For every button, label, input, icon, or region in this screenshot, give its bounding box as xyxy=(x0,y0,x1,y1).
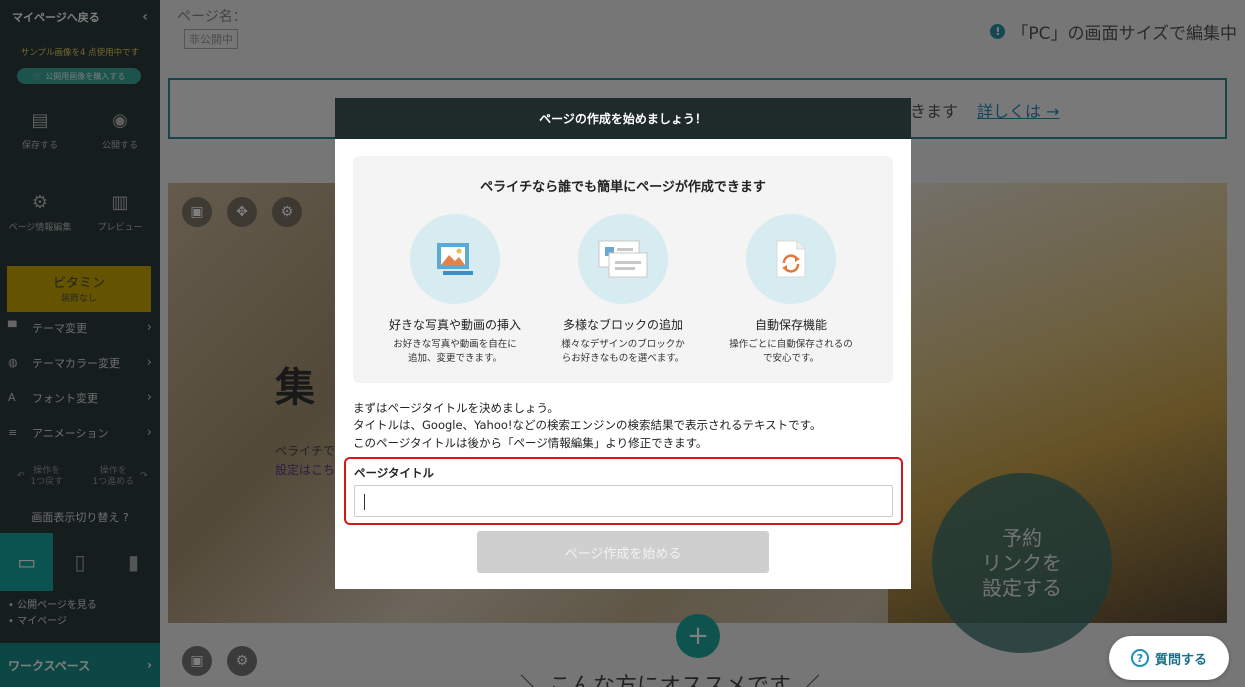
feature-desc-line: お好きな写真や動画を自在に xyxy=(393,339,517,350)
page-title-field-group: ページタイトル xyxy=(344,457,903,525)
feature-desc: 様々なデザインのブロックか らお好きなものを選べます。 xyxy=(533,338,713,367)
page-title-input[interactable] xyxy=(354,485,893,517)
intro-line: まずはページタイトルを決めましょう。 xyxy=(353,401,559,415)
feature-block: 多様なブロックの追加 様々なデザインのブロックか らお好きなものを選べます。 xyxy=(533,214,713,367)
feature-desc-line: 様々なデザインのブロックか xyxy=(561,339,685,350)
feature-title: 好きな写真や動画の挿入 xyxy=(388,318,521,332)
modal-title: ページの作成を始めましょう！ xyxy=(335,98,911,139)
block-icon xyxy=(578,214,668,304)
feature-desc-line: 操作ごとに自動保存されるの xyxy=(729,339,853,350)
start-page-creation-button[interactable]: ページ作成を始める xyxy=(477,531,769,573)
help-label: 質問する xyxy=(1154,652,1207,668)
feature-panel: ペライチなら誰でも簡単にページが作成できます 好きな写真や動画の挿入 お好きな写… xyxy=(353,156,893,383)
intro-line: このページタイトルは後から「ページ情報編集」より修正できます。 xyxy=(353,435,708,450)
help-button[interactable]: ? 質問する xyxy=(1109,636,1229,680)
feature-photo: 好きな写真や動画の挿入 お好きな写真や動画を自在に 追加、変更できます。 xyxy=(365,214,545,367)
page-title-label: ページタイトル xyxy=(354,466,435,480)
autosave-icon xyxy=(746,214,836,304)
feature-desc: お好きな写真や動画を自在に 追加、変更できます。 xyxy=(365,338,545,367)
text-caret xyxy=(364,494,365,510)
create-page-modal: ページの作成を始めましょう！ ペライチなら誰でも簡単にページが作成できます 好き… xyxy=(335,98,911,589)
feature-title: 多様なブロックの追加 xyxy=(562,318,683,332)
feature-desc-line: 追加、変更できます。 xyxy=(407,353,503,365)
photo-icon xyxy=(410,214,500,304)
question-icon: ? xyxy=(1130,649,1149,667)
feature-title: 自動保存機能 xyxy=(754,318,827,332)
intro-line: タイトルは、Google、Yahoo!などの検索エンジンの検索結果で表示されるテ… xyxy=(353,418,822,433)
feature-desc-line: で安心です。 xyxy=(762,353,820,365)
intro-text: まずはページタイトルを決めましょう。 タイトルは、Google、Yahoo!など… xyxy=(353,400,822,452)
feature-heading: ペライチなら誰でも簡単にページが作成できます xyxy=(480,180,766,195)
feature-desc: 操作ごとに自動保存されるの で安心です。 xyxy=(701,338,881,367)
feature-desc-line: らお好きなものを選べます。 xyxy=(561,353,685,365)
feature-autosave: 自動保存機能 操作ごとに自動保存されるの で安心です。 xyxy=(701,214,881,367)
